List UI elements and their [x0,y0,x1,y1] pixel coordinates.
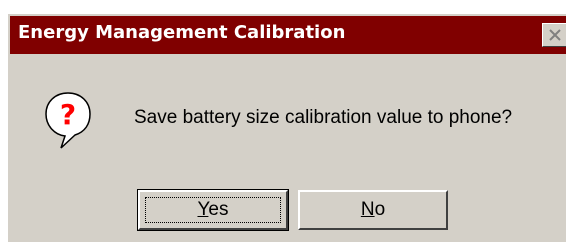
svg-text:?: ? [60,98,76,131]
dialog-window: Energy Management Calibration ? Save bat… [6,12,566,242]
no-mnemonic: N [360,199,375,220]
yes-button-label: Yes [197,199,228,221]
window-title: Energy Management Calibration [18,22,346,43]
close-button[interactable] [542,23,566,47]
yes-button[interactable]: Yes [137,189,289,231]
no-button[interactable]: No [298,190,448,230]
no-label-rest: o [374,199,386,220]
yes-label-rest: es [208,199,229,220]
question-icon: ? [43,90,93,150]
no-button-label: No [361,199,385,221]
close-icon [548,29,562,41]
yes-mnemonic: Y [197,199,209,220]
title-bar[interactable]: Energy Management Calibration [10,16,566,54]
message-text: Save battery size calibration value to p… [134,107,513,128]
